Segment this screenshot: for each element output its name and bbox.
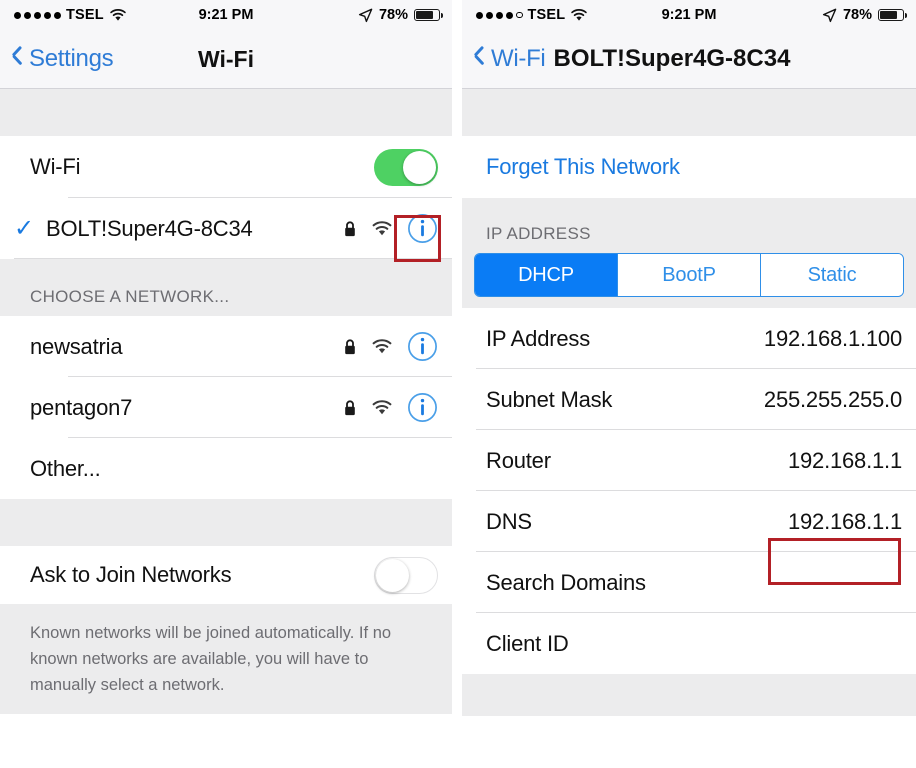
forget-network-group: Forget This Network	[462, 136, 916, 198]
forget-network-label: Forget This Network	[486, 154, 680, 179]
status-bar-right: TSEL 9:21 PM 78%	[462, 0, 916, 30]
spacer-top-left	[0, 89, 452, 136]
detail-label: Router	[486, 447, 551, 473]
segment-static[interactable]: Static	[760, 254, 903, 296]
network-row-icons	[343, 392, 438, 423]
network-row-other[interactable]: Other...	[0, 438, 452, 499]
other-network-label: Other...	[30, 455, 101, 481]
wifi-signal-icon	[372, 339, 392, 354]
forget-network-row[interactable]: Forget This Network	[462, 136, 916, 198]
info-button-pentagon7[interactable]	[407, 392, 438, 423]
spacer-bottom-right	[462, 674, 916, 716]
checkmark-icon: ✓	[14, 214, 35, 242]
battery-icon	[878, 9, 907, 21]
detail-value: 192.168.1.1	[787, 508, 902, 534]
spacer-mid-left	[0, 499, 452, 546]
page-title: BOLT!Super4G-8C34	[553, 45, 791, 72]
detail-value: 192.168.1.1	[787, 447, 902, 473]
lock-icon	[345, 220, 355, 236]
wifi-settings-screen: TSEL 9:21 PM 78% Settings Wi-Fi Wi-Fi ✓ …	[0, 0, 452, 758]
ask-to-join-label: Ask to Join Networks	[30, 562, 232, 587]
ask-to-join-row[interactable]: Ask to Join Networks	[0, 546, 452, 604]
network-row-newsatria[interactable]: newsatria	[0, 316, 452, 377]
network-name-label: newsatria	[30, 333, 123, 359]
wifi-toggle-switch[interactable]	[374, 148, 438, 186]
network-detail-screen: TSEL 9:21 PM 78% Wi-Fi BOLT!Super4G-8C34…	[462, 0, 916, 758]
available-networks-group: newsatria pentagon7 Other...	[0, 316, 452, 499]
wifi-signal-icon	[372, 400, 392, 415]
detail-label: IP Address	[486, 325, 590, 351]
detail-row-subnet-mask[interactable]: Subnet Mask 255.255.255.0	[462, 369, 916, 430]
wifi-toggle-label: Wi-Fi	[30, 154, 81, 179]
info-button-newsatria[interactable]	[407, 331, 438, 362]
wifi-signal-icon	[372, 221, 392, 236]
ask-to-join-toggle[interactable]	[374, 556, 438, 594]
detail-row-router[interactable]: Router 192.168.1.1	[462, 430, 916, 491]
clock-label: 9:21 PM	[661, 7, 717, 23]
ip-address-header: IP ADDRESS	[462, 198, 916, 253]
wifi-toggle-row[interactable]: Wi-Fi	[0, 136, 452, 198]
detail-label: Search Domains	[486, 569, 646, 595]
lock-icon	[345, 338, 355, 354]
ip-detail-group: IP Address 192.168.1.100 Subnet Mask 255…	[462, 308, 916, 674]
ask-to-join-group: Ask to Join Networks	[0, 546, 452, 604]
info-icon	[408, 393, 437, 422]
segment-dhcp[interactable]: DHCP	[475, 254, 617, 296]
back-button-wifi[interactable]: Wi-Fi	[462, 45, 546, 73]
ask-to-join-footer-note: Known networks will be joined automatica…	[0, 604, 452, 714]
lock-icon	[345, 399, 355, 415]
detail-row-dns[interactable]: DNS 192.168.1.1	[462, 491, 916, 552]
info-button-connected[interactable]	[407, 213, 438, 244]
choose-network-header: CHOOSE A NETWORK...	[0, 259, 452, 316]
clock-label: 9:21 PM	[198, 7, 254, 23]
detail-row-ip-address[interactable]: IP Address 192.168.1.100	[462, 308, 916, 369]
status-bar-left: TSEL 9:21 PM 78%	[0, 0, 452, 30]
nav-bar-left: Settings Wi-Fi	[0, 30, 452, 89]
detail-row-search-domains[interactable]: Search Domains	[462, 552, 916, 613]
network-name-label: pentagon7	[30, 394, 133, 420]
info-icon	[408, 214, 437, 243]
network-row-icons	[343, 331, 438, 362]
nav-bar-right: Wi-Fi BOLT!Super4G-8C34	[462, 30, 916, 89]
back-button-label: Settings	[29, 45, 114, 72]
network-row-pentagon7[interactable]: pentagon7	[0, 377, 452, 438]
segment-bootp[interactable]: BootP	[617, 254, 760, 296]
connected-network-row[interactable]: ✓ BOLT!Super4G-8C34	[0, 198, 452, 259]
detail-label: Client ID	[486, 630, 569, 656]
info-icon	[408, 332, 437, 361]
detail-label: Subnet Mask	[486, 386, 613, 412]
detail-value: 255.255.255.0	[763, 386, 902, 412]
spacer-top-right	[462, 89, 916, 136]
detail-value: 192.168.1.100	[763, 325, 902, 351]
wifi-group: Wi-Fi ✓ BOLT!Super4G-8C34	[0, 136, 452, 259]
connected-network-label: BOLT!Super4G-8C34	[46, 215, 253, 241]
back-button-settings[interactable]: Settings	[0, 45, 114, 73]
back-button-label: Wi-Fi	[491, 45, 546, 72]
ip-mode-segmented-control[interactable]: DHCP BootP Static	[462, 253, 916, 308]
screenshot-root: TSEL 9:21 PM 78% Settings Wi-Fi Wi-Fi ✓ …	[0, 0, 916, 768]
detail-row-client-id[interactable]: Client ID	[462, 613, 916, 674]
chevron-left-icon	[10, 48, 23, 70]
detail-label: DNS	[486, 508, 532, 534]
connected-network-icons	[343, 213, 438, 244]
chevron-left-icon	[472, 48, 485, 70]
battery-icon	[414, 9, 443, 21]
